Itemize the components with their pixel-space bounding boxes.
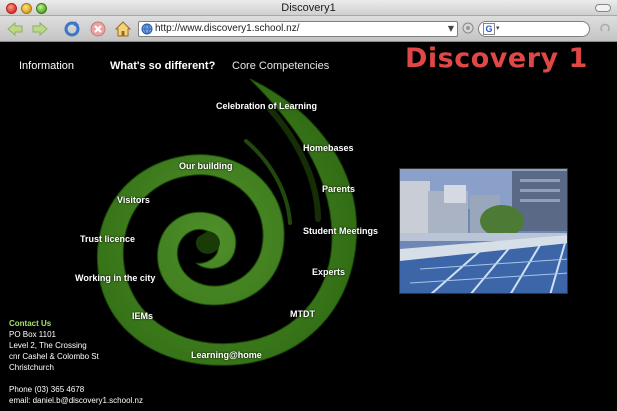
koru-link-trust-licence[interactable]: Trust licence bbox=[80, 234, 135, 244]
koru-link-mtdt[interactable]: MTDT bbox=[290, 309, 315, 319]
building-photo bbox=[399, 168, 568, 294]
contact-phone: Phone (03) 365 4678 bbox=[9, 385, 85, 394]
nav-item-whats-so-different[interactable]: What's so different? bbox=[110, 60, 215, 72]
search-go-icon[interactable] bbox=[599, 22, 611, 34]
back-arrow-icon bbox=[7, 21, 23, 37]
nav-item-information[interactable]: Information bbox=[19, 60, 74, 72]
search-engine-dropdown-icon[interactable]: ▾ bbox=[496, 24, 500, 32]
address-bar[interactable]: http://www.discovery1.school.nz/ ▼ bbox=[138, 21, 458, 37]
search-input[interactable]: G ▾ bbox=[478, 21, 590, 37]
contact-block: Contact Us PO Box 1101 Level 2, The Cros… bbox=[9, 318, 143, 406]
home-button[interactable] bbox=[113, 20, 133, 38]
contact-address-line: PO Box 1101 bbox=[9, 330, 56, 339]
go-icon[interactable] bbox=[462, 22, 474, 34]
koru-link-learning-at-home[interactable]: Learning@home bbox=[191, 350, 262, 360]
contact-address-line: Christchurch bbox=[9, 363, 54, 372]
stop-icon bbox=[90, 21, 106, 37]
koru-link-parents[interactable]: Parents bbox=[322, 184, 355, 194]
koru-link-working-in-the-city[interactable]: Working in the city bbox=[75, 273, 155, 283]
koru-link-visitors[interactable]: Visitors bbox=[117, 195, 150, 205]
contact-spacer bbox=[9, 373, 143, 384]
url-dropdown-icon[interactable]: ▼ bbox=[448, 24, 454, 33]
koru-link-celebration-of-learning[interactable]: Celebration of Learning bbox=[216, 101, 317, 111]
city-rooftop-photo bbox=[400, 169, 567, 293]
contact-address-line: Level 2, The Crossing bbox=[9, 341, 87, 350]
google-icon[interactable]: G bbox=[483, 23, 495, 35]
toolbar-toggle-button[interactable] bbox=[595, 4, 611, 12]
url-text: http://www.discovery1.school.nz/ bbox=[155, 23, 300, 34]
stop-button[interactable] bbox=[88, 20, 108, 38]
globe-icon bbox=[141, 23, 153, 35]
window-titlebar: Discovery1 bbox=[0, 0, 617, 16]
home-icon bbox=[114, 21, 132, 37]
koru-link-student-meetings[interactable]: Student Meetings bbox=[303, 226, 378, 236]
forward-arrow-icon bbox=[32, 21, 48, 37]
koru-link-homebases[interactable]: Homebases bbox=[303, 143, 354, 153]
koru-link-our-building[interactable]: Our building bbox=[179, 161, 233, 171]
site-logo: Discovery 1 bbox=[405, 43, 588, 74]
reload-icon bbox=[64, 21, 80, 37]
contact-address-line: cnr Cashel & Colombo St bbox=[9, 352, 99, 361]
back-button[interactable] bbox=[5, 20, 25, 38]
contact-heading: Contact Us bbox=[9, 319, 52, 328]
nav-item-core-competencies[interactable]: Core Competencies bbox=[232, 60, 329, 72]
koru-link-experts[interactable]: Experts bbox=[312, 267, 345, 277]
forward-button[interactable] bbox=[30, 20, 50, 38]
browser-toolbar: http://www.discovery1.school.nz/ ▼ G ▾ bbox=[0, 16, 617, 42]
page-content: Celebration of Learning Homebases Our bu… bbox=[0, 43, 617, 411]
window-title: Discovery1 bbox=[281, 2, 336, 14]
reload-button[interactable] bbox=[62, 20, 82, 38]
contact-email[interactable]: email: daniel.b@discovery1.school.nz bbox=[9, 395, 143, 406]
